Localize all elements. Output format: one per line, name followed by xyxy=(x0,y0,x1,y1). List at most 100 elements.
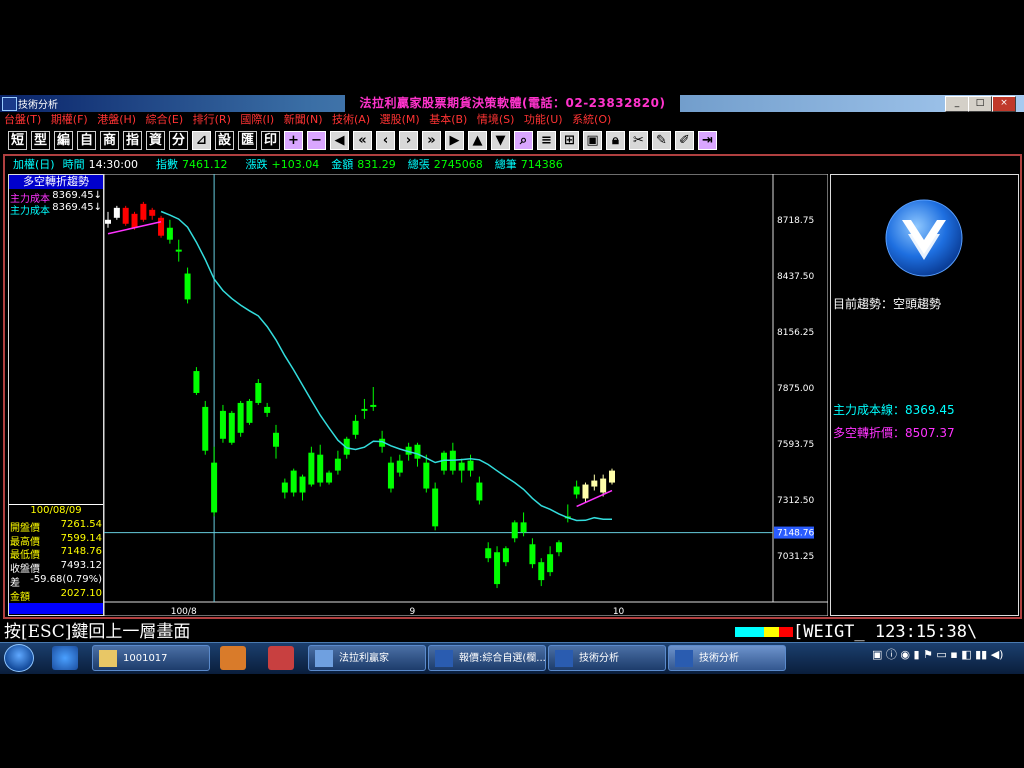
short-button[interactable]: 短 xyxy=(8,130,27,150)
taskbar-item-quote[interactable]: 報價:綜合自選(欄... xyxy=(428,645,546,671)
connect-icon[interactable]: ≡ xyxy=(537,130,556,150)
instrument-name[interactable]: 加權(日) xyxy=(13,156,55,172)
candle-body xyxy=(352,420,359,435)
taskbar-item-tech-1[interactable]: 技術分析 xyxy=(548,645,666,671)
app-shortcut-icon[interactable] xyxy=(268,646,294,670)
status-message: 按[ESC]鍵回上一層畫面 xyxy=(4,622,191,642)
bearish-trend-icon xyxy=(885,199,963,277)
menu-item-ranking[interactable]: 排行(R) xyxy=(193,113,231,126)
taskbar-item-ferrari[interactable]: 法拉利贏家 xyxy=(308,645,426,671)
candle-body xyxy=(600,478,607,493)
taskbar-item-tech-2[interactable]: 技術分析 xyxy=(668,645,786,671)
quote-value: 7599.14 xyxy=(60,533,102,544)
candle-body xyxy=(228,412,235,443)
product-button[interactable]: 商 xyxy=(100,130,119,150)
pattern-button[interactable]: 型 xyxy=(31,130,50,150)
next-page-icon[interactable]: » xyxy=(422,130,441,150)
first-icon[interactable]: ◀ xyxy=(330,130,349,150)
system-tray[interactable]: ▣ ⓘ ◉ ▮ ⚑ ▭ ▪ ◧ ▮▮ ◀) xyxy=(872,646,1022,670)
menu-item-functions[interactable]: 功能(U) xyxy=(524,113,563,126)
index-button[interactable]: 指 xyxy=(123,130,142,150)
link-icon[interactable]: ⊞ xyxy=(560,130,579,150)
app-icon xyxy=(2,97,17,111)
menu-bar: 台盤(T) 期權(F) 港盤(H) 綜合(E) 排行(R) 國際(I) 新聞(N… xyxy=(0,112,1024,127)
candle-body xyxy=(317,454,324,483)
menu-item-futures[interactable]: 期權(F) xyxy=(51,113,88,126)
close-button[interactable]: × xyxy=(992,96,1016,112)
data-button[interactable]: 資 xyxy=(146,130,165,150)
candle-body xyxy=(149,209,156,216)
y-tick-label: 8437.50 xyxy=(777,272,814,282)
index-value: 7461.12 xyxy=(182,157,228,171)
window-icon[interactable]: ▣ xyxy=(583,130,602,150)
prev-icon[interactable]: ‹ xyxy=(376,130,395,150)
export-button[interactable]: 匯 xyxy=(238,130,257,150)
analysis-button[interactable]: 分 xyxy=(169,130,188,150)
candle-body xyxy=(273,432,279,447)
minimize-button[interactable]: _ xyxy=(945,96,969,112)
ie-icon[interactable] xyxy=(52,646,78,670)
search-icon[interactable]: ⌕ xyxy=(514,130,533,150)
print-button[interactable]: 印 xyxy=(261,130,280,150)
candle-body xyxy=(202,406,209,451)
indicator-title[interactable]: 多空轉折趨勢 xyxy=(9,175,103,189)
cost-value: 8369.45↓ xyxy=(52,202,102,213)
edit-icon[interactable]: ✐ xyxy=(675,130,694,150)
plus-icon[interactable]: + xyxy=(284,130,303,150)
y-tick-label: 7312.50 xyxy=(777,496,814,506)
menu-item-scenario[interactable]: 情境(S) xyxy=(477,113,515,126)
scroll-bar[interactable] xyxy=(9,603,103,614)
lock-icon[interactable]: 🔒︎ xyxy=(606,130,625,150)
quote-value: 7148.76 xyxy=(60,546,102,557)
up-icon[interactable]: ▲ xyxy=(468,130,487,150)
cost-line-text: 主力成本線：8369.45 xyxy=(833,403,955,417)
next-icon[interactable]: › xyxy=(399,130,418,150)
menu-item-technical[interactable]: 技術(A) xyxy=(332,113,370,126)
candle-body xyxy=(423,462,430,489)
last-icon[interactable]: ▶ xyxy=(445,130,464,150)
info-bar: 加權(日) 時間 14:30:00 指數 7461.12 漲跌 +103.04 … xyxy=(5,156,1020,172)
maximize-button[interactable]: □ xyxy=(968,96,992,112)
candle-body xyxy=(582,484,589,499)
candle-body xyxy=(502,548,509,563)
menu-item-screening[interactable]: 選股(M) xyxy=(380,113,420,126)
prev-page-icon[interactable]: « xyxy=(353,130,372,150)
candle-body xyxy=(591,480,598,487)
quote-row-open: 開盤價 7261.54 xyxy=(10,519,102,534)
menu-item-hk[interactable]: 港盤(H) xyxy=(97,113,136,126)
edit-button[interactable]: 編 xyxy=(54,130,73,150)
custom-button[interactable]: 自 xyxy=(77,130,96,150)
menu-item-news[interactable]: 新聞(N) xyxy=(284,113,323,126)
candle-body xyxy=(219,410,226,439)
chart-app-icon xyxy=(435,650,453,667)
color-red xyxy=(778,627,793,637)
menu-item-basic[interactable]: 基本(B) xyxy=(429,113,467,126)
start-button[interactable] xyxy=(4,644,34,672)
y-tick-label: 7875.00 xyxy=(777,384,814,394)
menu-item-international[interactable]: 國際(I) xyxy=(240,113,274,126)
minus-icon[interactable]: − xyxy=(307,130,326,150)
candlestick-chart[interactable]: 8718.75 8437.50 8156.25 7875.00 7593.75 7312.… xyxy=(104,174,828,616)
cut-icon[interactable]: ✂ xyxy=(629,130,648,150)
chart-icon[interactable]: ⊿ xyxy=(192,130,211,150)
candle-body xyxy=(441,452,447,471)
candle-body xyxy=(246,400,253,423)
settings-button[interactable]: 設 xyxy=(215,130,234,150)
menu-item-taipan[interactable]: 台盤(T) xyxy=(4,113,41,126)
menu-item-overall[interactable]: 綜合(E) xyxy=(146,113,184,126)
media-icon[interactable] xyxy=(220,646,246,670)
candle-body xyxy=(458,462,465,471)
candle-body xyxy=(555,542,562,553)
candle-body xyxy=(308,452,315,485)
candle-body xyxy=(140,203,147,220)
quote-row-low: 最低價 7148.76 xyxy=(10,546,102,561)
candle-body xyxy=(387,462,394,489)
taskbar-item-folder[interactable]: 1001017 xyxy=(92,645,210,671)
y-tick-label: 8718.75 xyxy=(777,216,814,226)
chart-area[interactable]: 8718.75 8437.50 8156.25 7875.00 7593.75 7312.… xyxy=(104,174,828,616)
exit-icon[interactable]: ⇥ xyxy=(698,130,717,150)
down-icon[interactable]: ▼ xyxy=(491,130,510,150)
quote-row-close: 收盤價 7493.12 xyxy=(10,560,102,575)
pencil-icon[interactable]: ✎ xyxy=(652,130,671,150)
menu-item-system[interactable]: 系統(O) xyxy=(572,113,611,126)
